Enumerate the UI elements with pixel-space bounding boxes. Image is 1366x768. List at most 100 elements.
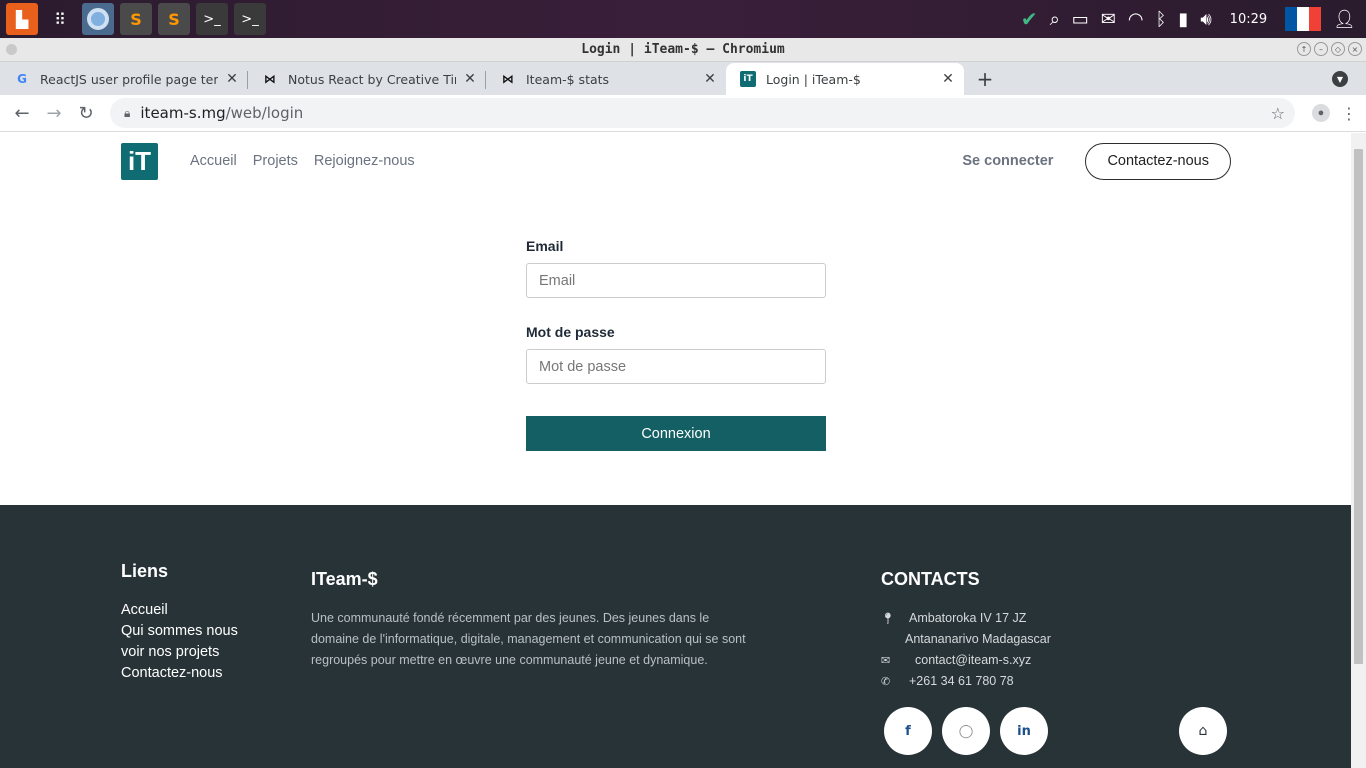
footer-link-contact[interactable]: Contactez-nous xyxy=(121,663,238,684)
tab-label: ReactJS user profile page templ xyxy=(40,71,218,87)
tab-login-iteam[interactable]: iT Login | iTeam-$ ✕ xyxy=(726,63,964,95)
email-input[interactable] xyxy=(526,263,826,298)
site-logo[interactable]: iT xyxy=(121,142,158,180)
social-links: f ◯ in xyxy=(884,707,1048,755)
contact-email: ✉ contact@iteam-s.xyz xyxy=(881,650,1241,671)
page-scrollbar[interactable] xyxy=(1351,133,1366,768)
footer-about-text: Une communauté fondé récemment par des j… xyxy=(311,611,746,667)
footer-link-accueil[interactable]: Accueil xyxy=(121,600,238,621)
signin-link[interactable]: Se connecter xyxy=(962,153,1053,169)
bowtie-favicon-icon: ⋈ xyxy=(502,72,514,86)
address-line-1: Ambatoroka IV 17 JZ xyxy=(909,611,1027,625)
site-navbar: iT Accueil Projets Rejoignez-nous Se con… xyxy=(121,141,1231,181)
chromium-icon[interactable] xyxy=(82,3,114,35)
new-tab-button[interactable]: + xyxy=(970,63,1000,95)
nav-link-accueil[interactable]: Accueil xyxy=(190,153,237,169)
minimize-icon[interactable]: – xyxy=(1314,42,1328,56)
contact-phone-text[interactable]: +261 34 61 780 78 xyxy=(909,671,1241,692)
footer-contacts-title: CONTACTS xyxy=(881,569,980,589)
browser-toolbar: ← → ↻ 🔒︎ iteam-s.mg/web/login ☆ ● ⋮ xyxy=(0,95,1366,132)
scrollbar-thumb[interactable] xyxy=(1354,149,1363,664)
app-launcher-logo-icon[interactable]: ▙ xyxy=(6,3,38,35)
tab-reactjs-profile[interactable]: G ReactJS user profile page templ ✕ xyxy=(0,63,248,95)
url-host: iteam-s.mg xyxy=(140,104,226,122)
contact-address: 📍︎ Ambatoroka IV 17 JZ Antananarivo Madag… xyxy=(881,608,1241,650)
facebook-icon[interactable]: f xyxy=(884,707,932,755)
login-submit-button[interactable]: Connexion xyxy=(526,416,826,451)
site-footer: Liens Accueil Qui sommes nous voir nos p… xyxy=(0,505,1351,768)
battery-icon[interactable]: ▮ xyxy=(1178,9,1188,30)
address-line-2: Antananarivo Madagascar xyxy=(905,632,1051,646)
desktop-panel: ▙ ⠿ S S >_ >_ ✔ ⌕ ▭ ✉ ◠ ᛒ ▮ 🔊︎ 10:29 👤︎ xyxy=(0,0,1366,38)
terminal-icon-2[interactable]: >_ xyxy=(234,3,266,35)
page-viewport: iT Accueil Projets Rejoignez-nous Se con… xyxy=(0,133,1366,768)
close-window-icon[interactable]: × xyxy=(1348,42,1362,56)
footer-links-title: Liens xyxy=(121,561,169,581)
login-form: Email Mot de passe Connexion xyxy=(526,238,826,451)
sublime-text-icon-2[interactable]: S xyxy=(158,3,190,35)
close-tab-icon[interactable]: ✕ xyxy=(462,71,478,87)
window-titlebar: Login | iTeam-$ – Chromium ↑ – ◇ × xyxy=(0,38,1366,62)
github-icon[interactable]: ◯ xyxy=(942,707,990,755)
tab-strip: G ReactJS user profile page templ ✕ ⋈ No… xyxy=(0,62,1366,95)
nav-link-projets[interactable]: Projets xyxy=(253,153,298,169)
password-input[interactable] xyxy=(526,349,826,384)
iteam-favicon-icon: iT xyxy=(740,71,756,87)
keyboard-layout-flag-icon[interactable] xyxy=(1285,7,1322,31)
terminal-icon[interactable]: >_ xyxy=(196,3,228,35)
close-tab-icon[interactable]: ✕ xyxy=(224,71,240,87)
email-label: Email xyxy=(526,238,564,254)
disk-icon[interactable]: ▭ xyxy=(1072,9,1089,30)
profile-button[interactable]: ● xyxy=(1305,97,1337,129)
linkedin-icon[interactable]: in xyxy=(1000,707,1048,755)
apps-grid-icon[interactable]: ⠿ xyxy=(44,3,76,35)
close-tab-icon[interactable]: ✕ xyxy=(702,71,718,87)
footer-link-qui-sommes-nous[interactable]: Qui sommes nous xyxy=(121,621,238,642)
address-bar[interactable]: 🔒︎ iteam-s.mg/web/login ☆ xyxy=(110,98,1295,128)
avatar-icon: ● xyxy=(1312,104,1330,122)
search-icon[interactable]: ⌕ xyxy=(1050,9,1060,30)
nav-link-rejoignez-nous[interactable]: Rejoignez-nous xyxy=(314,153,415,169)
window-title: Login | iTeam-$ – Chromium xyxy=(581,42,785,57)
mail-icon[interactable]: ✉ xyxy=(1101,9,1116,30)
phone-icon: ✆ xyxy=(881,675,891,688)
tab-search-icon[interactable]: ▼ xyxy=(1332,71,1348,87)
url-path: /web/login xyxy=(225,104,304,122)
password-label: Mot de passe xyxy=(526,324,615,340)
footer-link-projets[interactable]: voir nos projets xyxy=(121,642,238,663)
tab-label: Login | iTeam-$ xyxy=(766,71,861,87)
reload-button[interactable]: ↻ xyxy=(70,97,102,129)
google-favicon-icon: G xyxy=(17,72,27,86)
footer-contacts: CONTACTS 📍︎ Ambatoroka IV 17 JZ Antananar… xyxy=(881,569,1241,692)
tab-iteam-stats[interactable]: ⋈ Iteam-$ stats ✕ xyxy=(486,63,726,95)
footer-about-title: ITeam-$ xyxy=(311,569,378,589)
lock-icon[interactable]: 🔒︎ xyxy=(124,106,130,121)
menu-kebab-icon[interactable]: ⋮ xyxy=(1337,104,1361,123)
clock[interactable]: 10:29 xyxy=(1230,12,1267,27)
wifi-icon[interactable]: ◠ xyxy=(1128,9,1144,30)
map-pin-icon: 📍︎ xyxy=(881,612,895,625)
sublime-text-icon[interactable]: S xyxy=(120,3,152,35)
contact-email-text[interactable]: contact@iteam-s.xyz xyxy=(909,650,1241,671)
tab-notus-react[interactable]: ⋈ Notus React by Creative Tim | F ✕ xyxy=(248,63,486,95)
footer-about: ITeam-$ Une communauté fondé récemment p… xyxy=(311,569,751,671)
tab-label: Notus React by Creative Tim | F xyxy=(288,71,456,87)
footer-links: Liens Accueil Qui sommes nous voir nos p… xyxy=(121,561,238,684)
forward-button[interactable]: → xyxy=(38,97,70,129)
home-icon[interactable]: ⌂ xyxy=(1179,707,1227,755)
back-button[interactable]: ← xyxy=(6,97,38,129)
bowtie-favicon-icon: ⋈ xyxy=(264,72,276,86)
contact-phone: ✆ +261 34 61 780 78 xyxy=(881,671,1241,692)
vue-icon[interactable]: ✔ xyxy=(1021,7,1038,31)
bluetooth-icon[interactable]: ᛒ xyxy=(1156,9,1167,30)
close-tab-icon[interactable]: ✕ xyxy=(940,71,956,87)
window-up-icon[interactable]: ↑ xyxy=(1297,42,1311,56)
volume-icon[interactable]: 🔊︎ xyxy=(1200,9,1211,30)
bookmark-star-icon[interactable]: ☆ xyxy=(1271,104,1285,123)
tab-label: Iteam-$ stats xyxy=(526,71,610,87)
contact-button[interactable]: Contactez-nous xyxy=(1085,142,1231,180)
user-icon[interactable]: 👤︎ xyxy=(1333,9,1356,30)
maximize-icon[interactable]: ◇ xyxy=(1331,42,1345,56)
window-menu-icon[interactable] xyxy=(6,44,17,55)
envelope-icon: ✉ xyxy=(881,654,891,667)
